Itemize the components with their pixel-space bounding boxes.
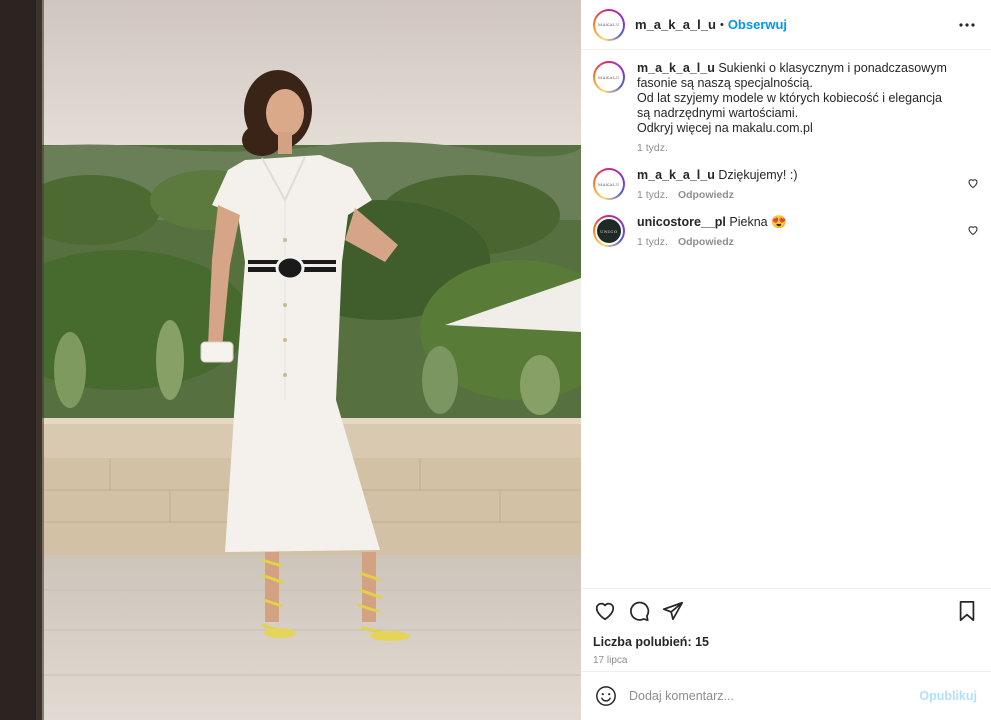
caption-avatar[interactable]: MAKALU <box>593 61 625 93</box>
post-caption: MAKALU m_a_k_a_l_u Sukienki o klasycznym… <box>593 61 979 154</box>
bookmark-icon[interactable] <box>955 599 979 623</box>
comment-time[interactable]: 1 tydz. <box>637 236 668 248</box>
comment-avatar[interactable]: UNICO <box>593 215 625 247</box>
avatar-logo-text: MAKALU <box>597 181 621 187</box>
comment-username[interactable]: unicostore__pl <box>637 215 726 229</box>
comment-time[interactable]: 1 tydz. <box>637 189 668 201</box>
reply-button[interactable]: Odpowiedz <box>678 189 734 201</box>
emoji-icon[interactable] <box>595 685 617 707</box>
caption-line-3: Odkryj więcej na makalu.com.pl <box>637 121 813 135</box>
comment-like-heart-icon[interactable] <box>967 223 979 236</box>
comment-input[interactable] <box>629 689 920 703</box>
avatar-logo-text: MAKALU <box>597 22 621 27</box>
post-date[interactable]: 17 lipca <box>593 655 979 666</box>
comment-avatar[interactable]: MAKALU <box>593 168 625 200</box>
heart-icon[interactable] <box>593 599 617 623</box>
comment-username[interactable]: m_a_k_a_l_u <box>637 168 715 182</box>
caption-line-2: Od lat szyjemy modele w których kobiecoś… <box>637 91 942 120</box>
post-image[interactable] <box>0 0 581 720</box>
avatar-logo-text: UNICO <box>600 228 618 234</box>
comments-list[interactable]: MAKALU m_a_k_a_l_u Sukienki o klasycznym… <box>581 51 991 588</box>
comment-icon[interactable] <box>627 599 651 623</box>
header-username[interactable]: m_a_k_a_l_u <box>635 17 716 32</box>
likes-count[interactable]: Liczba polubień: 15 <box>593 635 979 649</box>
comment-like-heart-icon[interactable] <box>967 176 979 189</box>
follow-button[interactable]: Obserwuj <box>728 17 787 32</box>
share-icon[interactable] <box>661 599 685 623</box>
comment-text: Dziękujemy! :) <box>718 168 798 182</box>
caption-text: m_a_k_a_l_u Sukienki o klasycznym i pona… <box>637 61 955 136</box>
caption-username[interactable]: m_a_k_a_l_u <box>637 61 715 75</box>
comment-item: UNICO unicostore__pl Piekna 😍 1 tydz. Od… <box>593 215 979 248</box>
post-panel: MAKALU m_a_k_a_l_u • Obserwuj MAKALU m_a… <box>581 0 991 720</box>
publish-button[interactable]: Opublikuj <box>919 689 977 703</box>
add-comment-bar: Opublikuj <box>581 671 991 720</box>
post-header: MAKALU m_a_k_a_l_u • Obserwuj <box>581 0 991 50</box>
comment-item: MAKALU m_a_k_a_l_u Dziękujemy! :) 1 tydz… <box>593 168 979 201</box>
post-actions: Liczba polubień: 15 17 lipca <box>581 588 991 671</box>
caption-time[interactable]: 1 tydz. <box>637 142 668 154</box>
profile-avatar[interactable]: MAKALU <box>593 8 625 41</box>
comment-text: Piekna 😍 <box>729 215 787 229</box>
header-separator: • <box>719 18 724 31</box>
reply-button[interactable]: Odpowiedz <box>678 236 734 248</box>
avatar-logo-text: MAKALU <box>597 74 621 80</box>
more-options-icon[interactable] <box>955 13 979 37</box>
